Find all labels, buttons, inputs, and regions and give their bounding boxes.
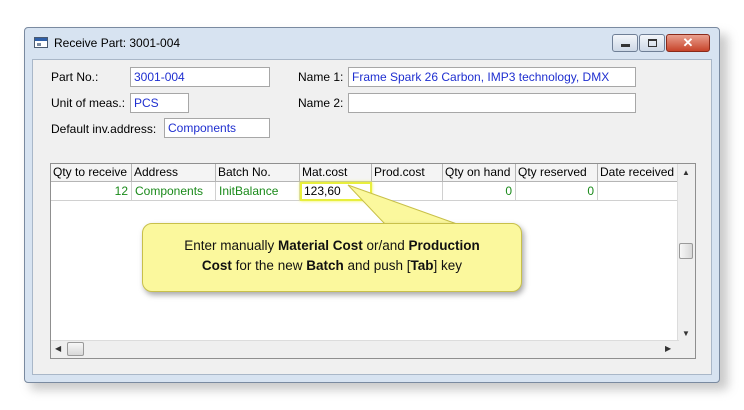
window-title: Receive Part: 3001-004 <box>54 36 181 50</box>
callout-line-1: Enter manually Material Cost or/and Prod… <box>184 238 480 253</box>
cell-qty-to-receive[interactable]: 12 <box>51 182 132 201</box>
name2-label: Name 2: <box>298 96 344 110</box>
app-window-icon <box>34 37 48 48</box>
close-button[interactable]: ✕ <box>666 34 710 52</box>
maximize-button[interactable] <box>639 34 665 52</box>
scroll-right-arrow-icon[interactable]: ▶ <box>665 344 671 353</box>
col-header-qty-reserved[interactable]: Qty reserved <box>516 164 598 182</box>
scroll-down-arrow-icon[interactable]: ▼ <box>682 329 690 338</box>
callout-line-2: Cost for the new Batch and push [Tab] ke… <box>201 258 463 273</box>
instruction-callout: Enter manually Material Cost or/and Prod… <box>142 223 522 292</box>
col-header-mat-cost[interactable]: Mat.cost <box>300 164 372 182</box>
default-inv-address-field[interactable]: Components <box>164 118 270 138</box>
minimize-button[interactable] <box>612 34 638 52</box>
cell-date-received[interactable] <box>598 182 679 201</box>
part-no-field[interactable]: 3001-004 <box>130 67 270 87</box>
cell-qty-reserved[interactable]: 0 <box>516 182 598 201</box>
close-icon: ✕ <box>682 35 694 50</box>
col-header-qty-on-hand[interactable]: Qty on hand <box>443 164 516 182</box>
scroll-left-arrow-icon[interactable]: ◀ <box>55 344 61 353</box>
col-header-address[interactable]: Address <box>132 164 216 182</box>
cell-address[interactable]: Components <box>132 182 216 201</box>
vertical-scrollbar[interactable]: ▲ ▼ <box>677 164 695 358</box>
vertical-scroll-thumb[interactable] <box>679 243 693 259</box>
maximize-icon <box>648 39 657 47</box>
horizontal-scrollbar[interactable]: ◀ ▶ <box>51 340 679 358</box>
cell-batch-no[interactable]: InitBalance <box>216 182 300 201</box>
name1-label: Name 1: <box>298 70 344 84</box>
name2-field[interactable] <box>348 93 636 113</box>
title-bar[interactable]: Receive Part: 3001-004 ✕ <box>25 28 719 58</box>
minimize-icon <box>621 44 630 47</box>
part-no-label: Part No.: <box>51 70 99 84</box>
unit-of-measure-field[interactable]: PCS <box>130 93 189 113</box>
default-inv-address-label: Default inv.address: <box>51 122 157 136</box>
callout-pointer <box>347 184 458 225</box>
col-header-qty-to-receive[interactable]: Qty to receive <box>51 164 132 182</box>
unit-of-measure-label: Unit of meas.: <box>51 96 126 110</box>
col-header-batch-no[interactable]: Batch No. <box>216 164 300 182</box>
horizontal-scroll-thumb[interactable] <box>67 342 84 356</box>
col-header-prod-cost[interactable]: Prod.cost <box>372 164 443 182</box>
col-header-date-received[interactable]: Date received <box>598 164 679 182</box>
name1-field[interactable]: Frame Spark 26 Carbon, IMP3 technology, … <box>348 67 636 87</box>
scroll-up-arrow-icon[interactable]: ▲ <box>682 168 690 177</box>
